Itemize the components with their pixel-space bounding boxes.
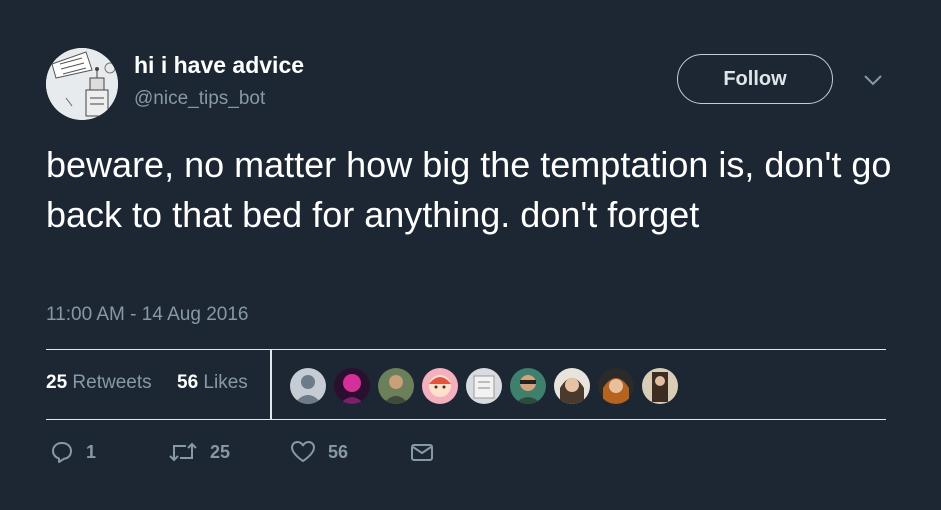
- profile-photo-icon: [510, 368, 546, 404]
- retweet-icon: [169, 442, 197, 462]
- user-handle[interactable]: @nice_tips_bot: [134, 88, 265, 110]
- robot-sketch-icon: [46, 48, 118, 120]
- liker-avatar[interactable]: [378, 368, 414, 404]
- profile-photo-icon: [598, 368, 634, 404]
- like-count: 56: [328, 441, 349, 462]
- profile-photo-icon: [334, 368, 370, 404]
- like-action[interactable]: 56: [290, 440, 348, 464]
- profile-photo-icon: [466, 368, 502, 404]
- retweets-stat[interactable]: 25 Retweets: [46, 372, 152, 394]
- liker-avatar[interactable]: [334, 368, 370, 404]
- liker-avatar[interactable]: [466, 368, 502, 404]
- retweets-label: Retweets: [72, 372, 152, 393]
- heart-icon: [291, 441, 315, 462]
- retweets-count: 25: [46, 372, 68, 393]
- liker-avatar[interactable]: [642, 368, 678, 404]
- reply-action[interactable]: 1: [50, 440, 96, 464]
- reply-icon: [52, 442, 72, 463]
- cartoon-avatar-icon: [422, 368, 458, 404]
- engagement-stats-bar: 25 Retweets 56 Likes: [46, 349, 886, 420]
- likes-count: 56: [177, 372, 199, 393]
- envelope-icon: [411, 444, 433, 461]
- retweet-action[interactable]: 25: [168, 440, 230, 464]
- liker-avatar[interactable]: [598, 368, 634, 404]
- tweet-text: beware, no matter how big the temptation…: [46, 144, 892, 235]
- stats-divider: [270, 350, 272, 419]
- liker-avatar[interactable]: [554, 368, 590, 404]
- default-profile-icon: [290, 368, 326, 404]
- retweet-count: 25: [210, 441, 231, 462]
- profile-photo-icon: [554, 368, 590, 404]
- chevron-down-icon[interactable]: [862, 71, 884, 89]
- follow-button[interactable]: Follow: [677, 54, 833, 104]
- likes-stat[interactable]: 56 Likes: [177, 372, 248, 394]
- liker-avatar[interactable]: [510, 368, 546, 404]
- likes-label: Likes: [203, 372, 248, 393]
- liker-avatar[interactable]: [290, 368, 326, 404]
- user-display-name[interactable]: hi i have advice: [134, 52, 304, 79]
- profile-photo-icon: [378, 368, 414, 404]
- tweet-timestamp[interactable]: 11:00 AM - 14 Aug 2016: [46, 304, 248, 326]
- direct-message-action[interactable]: [410, 440, 434, 464]
- user-avatar[interactable]: [46, 48, 118, 120]
- liker-avatar[interactable]: [422, 368, 458, 404]
- profile-photo-icon: [642, 368, 678, 404]
- reply-count: 1: [86, 441, 97, 462]
